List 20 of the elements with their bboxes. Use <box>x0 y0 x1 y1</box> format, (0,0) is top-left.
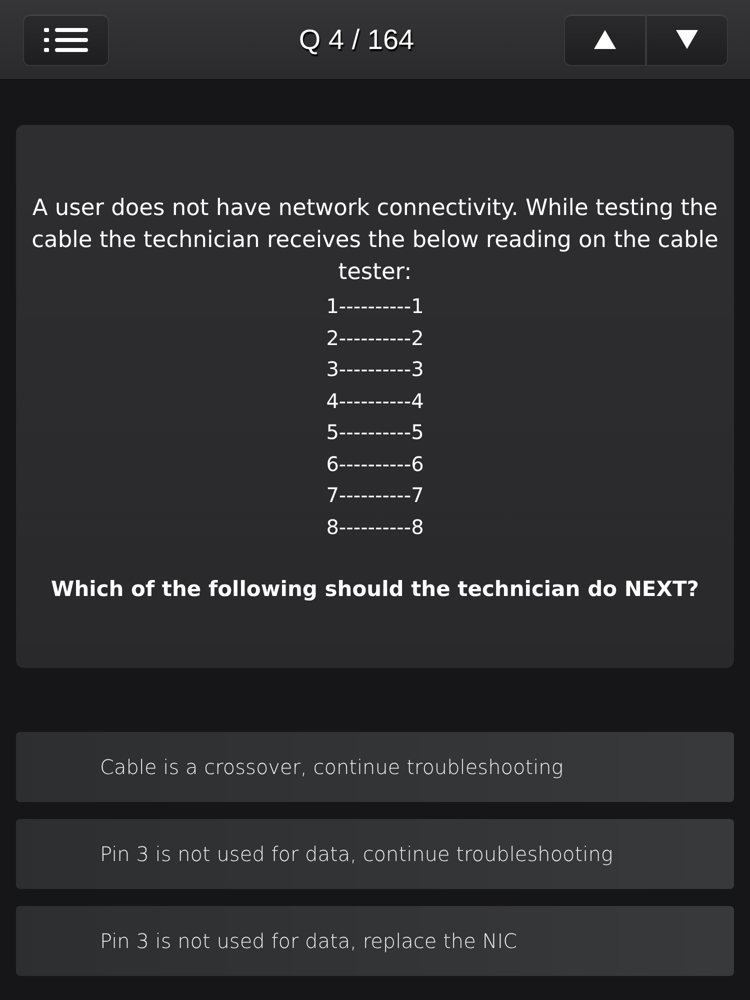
list-icon <box>44 26 88 52</box>
tester-reading-line: 5----------5 <box>326 419 424 446</box>
answer-option[interactable]: Pin 3 is not used for data, continue troubleshooting <box>16 819 734 889</box>
question-counter: Q 4 / 164 <box>298 24 414 56</box>
tester-reading-line: 3----------3 <box>326 356 424 383</box>
down-triangle-icon <box>676 30 698 49</box>
question-prompt: Which of the following should the technician do NEXT? <box>51 576 699 603</box>
next-button[interactable] <box>646 14 728 66</box>
answer-option[interactable]: Cable is a crossover, continue troubleshooting <box>16 732 734 802</box>
previous-button[interactable] <box>564 14 646 66</box>
menu-button[interactable] <box>23 14 109 66</box>
tester-reading-line: 6----------6 <box>326 450 424 478</box>
tester-reading-line: 2----------2 <box>326 324 424 352</box>
tester-reading-line: 8----------8 <box>326 514 424 540</box>
tester-reading-line: 7----------7 <box>326 482 424 509</box>
tester-reading-line: 1----------1 <box>326 293 424 320</box>
answer-option[interactable]: Pin 3 is not used for data, replace the NIC <box>16 906 734 976</box>
question-text: A user does not have network connectivity. While testing the cable the technician receives the below reading on the cable tester: <box>30 194 720 287</box>
up-triangle-icon <box>594 30 616 49</box>
tester-reading-line: 4----------4 <box>326 388 424 414</box>
